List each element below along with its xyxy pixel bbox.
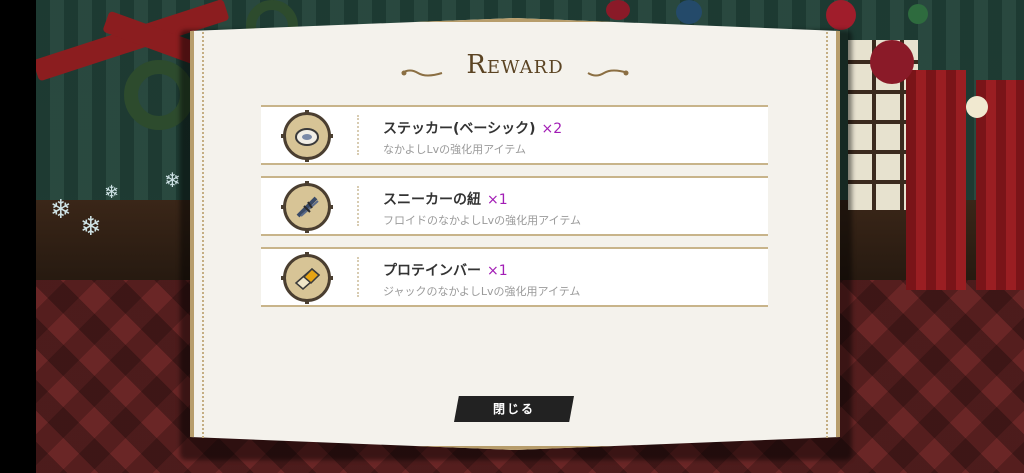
dialog-header: Reward <box>400 50 630 90</box>
close-button[interactable]: 閉じる <box>454 396 574 422</box>
snowflake-icon: ❄ <box>50 195 72 225</box>
ornament <box>908 4 928 24</box>
row-divider <box>357 115 359 155</box>
row-divider <box>357 257 359 297</box>
ornament <box>606 0 630 20</box>
reward-description: なかよしLvの強化用アイテム <box>383 143 526 156</box>
row-divider <box>357 186 359 226</box>
reward-quantity: ×1 <box>487 192 508 208</box>
shoelace-icon <box>281 181 333 233</box>
reward-name-text: スニーカーの紐 <box>383 192 481 208</box>
protein-bar-icon <box>281 252 333 304</box>
curtain <box>906 70 966 290</box>
reward-item: プロテインバー ×1 ジャックのなかよしLvの強化用アイテム <box>261 247 768 307</box>
reward-name: スニーカーの紐 ×1 <box>383 189 508 209</box>
reward-name-text: ステッカー(ベーシック) <box>383 121 536 137</box>
reward-name: ステッカー(ベーシック) ×2 <box>383 118 562 138</box>
reward-quantity: ×2 <box>541 121 563 137</box>
snowflake-icon: ❄ <box>104 182 120 203</box>
reward-name: プロテインバー ×1 <box>383 260 508 280</box>
reward-name-text: プロテインバー <box>383 263 481 279</box>
letterbox-bar <box>0 0 36 473</box>
snowflake-icon: ❄ <box>164 168 181 192</box>
flourish-right-icon <box>587 69 629 77</box>
reward-item: スニーカーの紐 ×1 フロイドのなかよしLvの強化用アイテム <box>261 176 768 236</box>
reward-item: ステッカー(ベーシック) ×2 なかよしLvの強化用アイテム <box>261 105 768 165</box>
snowflake-icon: ❄ <box>80 212 102 242</box>
sticker-icon <box>281 110 333 162</box>
reward-description: ジャックのなかよしLvの強化用アイテム <box>383 285 581 298</box>
reward-quantity: ×1 <box>487 263 508 279</box>
ornament <box>966 96 988 118</box>
ornament <box>826 0 856 30</box>
ornament <box>870 40 914 84</box>
reward-description: フロイドのなかよしLvの強化用アイテム <box>383 214 581 227</box>
ornament <box>676 0 702 24</box>
